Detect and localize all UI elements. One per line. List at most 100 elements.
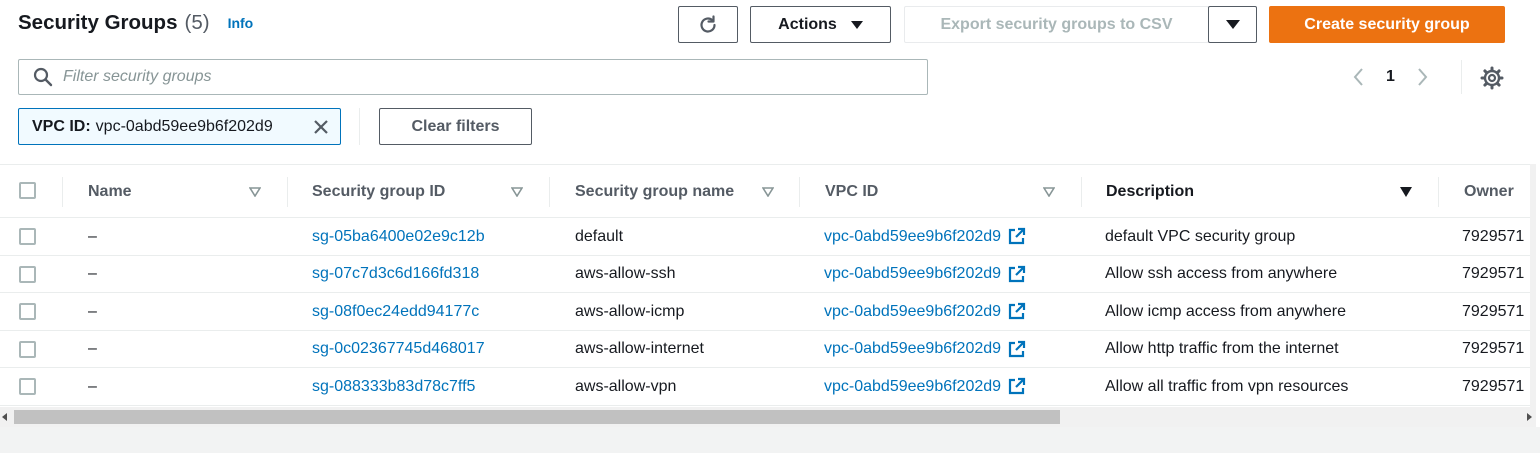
column-divider [799, 177, 800, 207]
create-label: Create security group [1304, 15, 1470, 33]
cell-security-group-id-link[interactable]: sg-05ba6400e02e9c12b [312, 218, 485, 255]
vpc-id-link[interactable]: vpc-0abd59ee9b6f202d9 [824, 228, 1001, 246]
cell-name: – [88, 302, 97, 320]
cell-owner: 7929571 [1462, 340, 1525, 357]
cell-vpc-id: vpc-0abd59ee9b6f202d9 [824, 218, 1026, 255]
sort-icon[interactable] [1043, 187, 1055, 197]
divider [359, 108, 360, 145]
cell-security-group-id-link[interactable]: sg-08f0ec24edd94177c [312, 293, 479, 330]
caret-down-icon [850, 20, 863, 29]
page-footer-area [0, 427, 1540, 453]
vpc-id-link[interactable]: vpc-0abd59ee9b6f202d9 [824, 378, 1001, 396]
vpc-id-link[interactable]: vpc-0abd59ee9b6f202d9 [824, 303, 1001, 321]
cell-vpc-id: vpc-0abd59ee9b6f202d9 [824, 256, 1026, 293]
filter-token-vpc-id: VPC ID: vpc-0abd59ee9b6f202d9 [18, 108, 341, 145]
cell-name: – [88, 340, 97, 357]
cell-name: – [88, 377, 97, 395]
column-header-description[interactable]: Description [1106, 165, 1194, 219]
cell-security-group-name: aws-allow-vpn [575, 377, 677, 395]
column-divider [287, 177, 288, 207]
item-count: (5) [184, 11, 210, 34]
cell-security-group-name: aws-allow-icmp [575, 302, 685, 320]
cell-security-group-id-link[interactable]: sg-088333b83d78c7ff5 [312, 368, 475, 405]
row-checkbox[interactable] [19, 303, 36, 320]
vertical-scrollbar[interactable] [1530, 164, 1536, 407]
table-row[interactable]: – sg-088333b83d78c7ff5 aws-allow-vpn vpc… [0, 368, 1536, 406]
row-checkbox[interactable] [19, 265, 36, 283]
previous-page-icon[interactable] [1346, 64, 1372, 90]
cell-name: – [88, 265, 97, 282]
actions-label: Actions [778, 15, 837, 33]
sort-icon[interactable] [762, 187, 774, 197]
cell-security-group-id-link[interactable]: sg-07c7d3c6d166fd318 [312, 256, 479, 293]
cell-vpc-id: vpc-0abd59ee9b6f202d9 [824, 331, 1026, 368]
table-row[interactable]: – sg-05ba6400e02e9c12b default vpc-0abd5… [0, 218, 1536, 256]
export-csv-button[interactable]: Export security groups to CSV [904, 6, 1209, 43]
page-title: Security Groups [18, 11, 178, 34]
external-link-icon[interactable] [1007, 377, 1026, 396]
external-link-icon[interactable] [1007, 227, 1026, 246]
sort-icon[interactable] [511, 187, 523, 197]
cell-security-group-name: aws-allow-internet [575, 340, 704, 357]
current-page[interactable]: 1 [1386, 68, 1395, 86]
column-header-security-group-id[interactable]: Security group ID [312, 165, 445, 219]
scroll-left-icon[interactable] [2, 413, 7, 421]
token-key: VPC ID: [32, 117, 91, 135]
column-divider [549, 177, 550, 207]
row-checkbox[interactable] [19, 228, 36, 245]
close-icon[interactable] [311, 117, 331, 137]
export-label: Export security groups to CSV [940, 15, 1173, 33]
cell-security-group-id-link[interactable]: sg-0c02367745d468017 [312, 331, 485, 368]
column-header-vpc-id[interactable]: VPC ID [825, 165, 878, 219]
create-security-group-button[interactable]: Create security group [1269, 6, 1505, 43]
cell-security-group-name: aws-allow-ssh [575, 265, 676, 282]
horizontal-scrollbar-thumb[interactable] [14, 410, 1060, 424]
cell-owner: 7929571 [1462, 227, 1525, 245]
column-header-owner[interactable]: Owner [1464, 165, 1514, 219]
gear-icon[interactable] [1478, 64, 1506, 92]
cell-description: Allow all traffic from vpn resources [1105, 377, 1349, 395]
search-icon [33, 67, 53, 87]
table-row[interactable]: – sg-07c7d3c6d166fd318 aws-allow-ssh vpc… [0, 256, 1536, 293]
column-header-security-group-name[interactable]: Security group name [575, 165, 734, 219]
vpc-id-link[interactable]: vpc-0abd59ee9b6f202d9 [824, 340, 1001, 358]
search-input[interactable] [63, 68, 883, 86]
column-divider [1438, 177, 1439, 207]
cell-owner: 7929571 [1462, 302, 1525, 320]
filter-search-box[interactable] [18, 59, 928, 95]
cell-description: Allow ssh access from anywhere [1105, 265, 1338, 282]
cell-description: default VPC security group [1105, 227, 1296, 245]
clear-filters-button[interactable]: Clear filters [379, 108, 532, 145]
column-divider [1081, 177, 1082, 207]
scroll-right-icon[interactable] [1527, 413, 1532, 421]
cell-owner: 7929571 [1462, 265, 1525, 282]
vpc-id-link[interactable]: vpc-0abd59ee9b6f202d9 [824, 265, 1001, 283]
external-link-icon[interactable] [1007, 265, 1026, 284]
refresh-icon [700, 14, 716, 33]
external-link-icon[interactable] [1007, 340, 1026, 359]
export-options-dropdown[interactable] [1208, 6, 1257, 43]
table-row[interactable]: – sg-08f0ec24edd94177c aws-allow-icmp vp… [0, 293, 1536, 331]
next-page-icon[interactable] [1409, 64, 1435, 90]
column-header-name[interactable]: Name [88, 165, 132, 219]
cell-owner: 7929571 [1462, 377, 1525, 395]
external-link-icon[interactable] [1007, 302, 1026, 321]
caret-down-icon [1225, 20, 1240, 29]
table-header: Name Security group ID Security group na… [0, 164, 1536, 218]
refresh-button[interactable] [678, 6, 738, 43]
sort-descending-icon[interactable] [1400, 187, 1412, 197]
sort-icon[interactable] [249, 187, 261, 197]
divider [1461, 60, 1462, 94]
select-all-checkbox[interactable] [19, 182, 36, 199]
cell-name: – [88, 227, 97, 245]
page-header: Security Groups (5) Info [18, 11, 253, 35]
security-groups-table: Name Security group ID Security group na… [0, 164, 1536, 406]
info-link[interactable]: Info [228, 15, 254, 31]
row-checkbox[interactable] [19, 340, 36, 358]
cell-description: Allow http traffic from the internet [1105, 340, 1339, 357]
cell-description: Allow icmp access from anywhere [1105, 302, 1346, 320]
actions-dropdown[interactable]: Actions [750, 6, 891, 43]
table-row[interactable]: – sg-0c02367745d468017 aws-allow-interne… [0, 331, 1536, 368]
row-checkbox[interactable] [19, 378, 36, 395]
cell-vpc-id: vpc-0abd59ee9b6f202d9 [824, 293, 1026, 330]
